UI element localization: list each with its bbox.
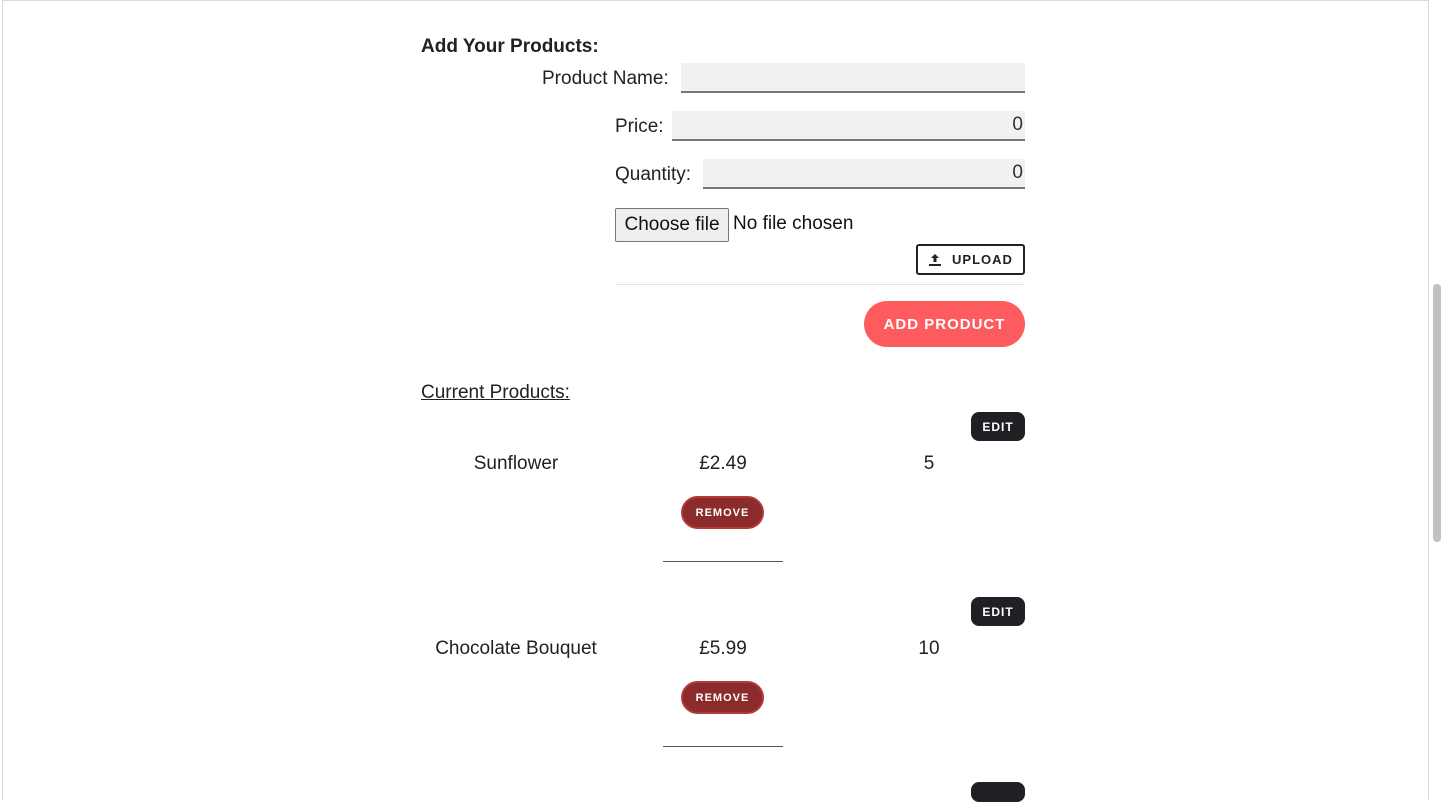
row-divider <box>663 561 783 562</box>
add-product-button[interactable]: ADD PRODUCT <box>864 301 1025 347</box>
upload-icon <box>928 253 942 267</box>
remove-button[interactable]: REMOVE <box>681 496 764 529</box>
product-name: Sunflower <box>473 453 559 474</box>
row-divider <box>663 746 783 747</box>
edit-button[interactable]: EDIT <box>971 597 1025 626</box>
price-label: Price: <box>615 116 664 137</box>
quantity-input[interactable] <box>703 159 1025 189</box>
edit-button-partial[interactable] <box>971 782 1025 802</box>
upload-button[interactable]: UPLOAD <box>916 244 1025 275</box>
product-row: EDIT Sunflower £2.49 5 REMOVE <box>421 412 1025 572</box>
product-price: £5.99 <box>699 638 747 659</box>
add-products-heading: Add Your Products: <box>421 36 599 57</box>
product-name: Chocolate Bouquet <box>435 638 597 659</box>
edit-button[interactable]: EDIT <box>971 412 1025 441</box>
choose-file-button[interactable]: Choose file <box>615 208 729 242</box>
form-divider <box>615 284 1025 285</box>
product-quantity: 5 <box>923 453 935 474</box>
upload-label: UPLOAD <box>952 252 1013 267</box>
product-row: EDIT Chocolate Bouquet £5.99 10 REMOVE <box>421 597 1025 757</box>
remove-button[interactable]: REMOVE <box>681 681 764 714</box>
quantity-label: Quantity: <box>615 164 692 185</box>
file-status-text: No file chosen <box>733 213 854 234</box>
product-name-label: Product Name: <box>542 68 669 89</box>
product-quantity: 10 <box>918 638 940 659</box>
product-price: £2.49 <box>699 453 747 474</box>
price-input[interactable] <box>672 111 1025 141</box>
product-name-input[interactable] <box>681 63 1025 93</box>
current-products-title: Current Products: <box>421 382 570 403</box>
scrollbar-thumb[interactable] <box>1433 284 1441 542</box>
